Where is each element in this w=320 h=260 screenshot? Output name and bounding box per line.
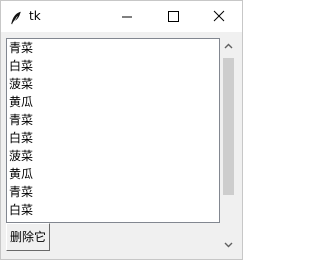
title-bar[interactable]: tk <box>1 1 242 32</box>
list-item[interactable]: 白菜 <box>7 57 219 75</box>
maximize-icon <box>168 11 179 22</box>
close-icon <box>213 10 225 22</box>
close-button[interactable] <box>196 1 242 32</box>
scroll-up-button[interactable] <box>220 38 237 55</box>
list-item[interactable]: 黄瓜 <box>7 165 219 183</box>
window-title: tk <box>29 9 41 23</box>
list-item[interactable]: 青菜 <box>7 111 219 129</box>
delete-button[interactable]: 删除它 <box>6 223 50 251</box>
tk-window: tk 青菜 白菜 菠菜 黄瓜 青菜 白菜 菠菜 黄瓜 青菜 白菜 删除它 <box>0 0 243 260</box>
list-item[interactable]: 白菜 <box>7 201 219 219</box>
vegetable-listbox[interactable]: 青菜 白菜 菠菜 黄瓜 青菜 白菜 菠菜 黄瓜 青菜 白菜 <box>6 38 220 223</box>
chevron-down-icon <box>224 242 233 248</box>
vertical-scrollbar[interactable] <box>220 38 237 253</box>
minimize-icon <box>122 16 132 18</box>
list-item[interactable]: 青菜 <box>7 183 219 201</box>
list-item[interactable]: 菠菜 <box>7 75 219 93</box>
scroll-thumb[interactable] <box>223 58 234 195</box>
list-item[interactable]: 白菜 <box>7 129 219 147</box>
list-item[interactable]: 菠菜 <box>7 147 219 165</box>
minimize-button[interactable] <box>104 1 150 32</box>
list-item[interactable]: 黄瓜 <box>7 93 219 111</box>
scroll-down-button[interactable] <box>220 236 237 253</box>
maximize-button[interactable] <box>150 1 196 32</box>
feather-icon <box>10 10 22 25</box>
list-item[interactable]: 青菜 <box>7 39 219 57</box>
chevron-up-icon <box>224 43 233 49</box>
